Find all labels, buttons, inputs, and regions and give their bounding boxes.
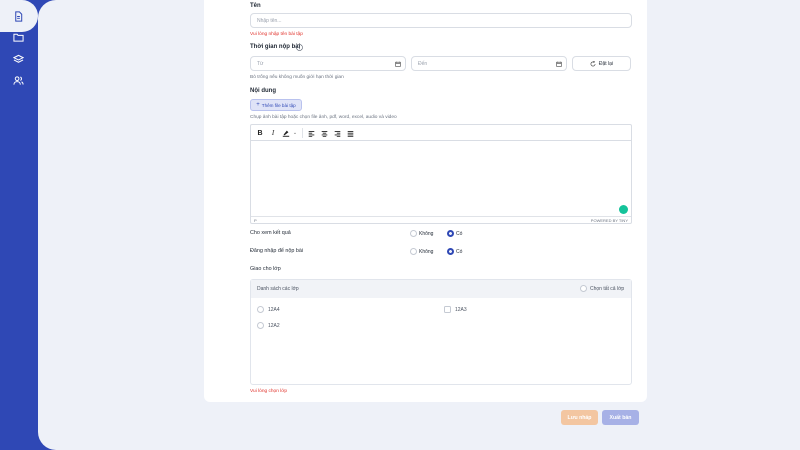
show-result-label: Cho xem kết quả <box>250 230 291 236</box>
to-date-input[interactable]: Đến <box>411 56 567 71</box>
powered-by-link[interactable]: POWERED BY TINY <box>591 218 628 223</box>
class-label-12a2: 12A2 <box>268 323 280 329</box>
publish-button[interactable]: Xuất bản <box>602 410 639 425</box>
assign-label: Giao cho lớp <box>250 266 281 272</box>
login-required-no-radio[interactable] <box>410 248 417 255</box>
align-justify-icon[interactable] <box>345 128 355 138</box>
save-draft-button[interactable]: Lưu nháp <box>561 410 598 425</box>
login-required-yes-radio[interactable] <box>447 248 454 255</box>
show-result-no-radio[interactable] <box>410 230 417 237</box>
reset-icon <box>590 60 596 66</box>
editor-statusbar: P POWERED BY TINY <box>251 216 631 223</box>
sidebar-item-layers[interactable] <box>8 49 28 69</box>
sidebar <box>0 0 38 450</box>
class-label-12a3: 12A3 <box>455 307 467 313</box>
document-icon <box>14 10 22 22</box>
plus-icon: + <box>256 102 260 108</box>
calendar-icon <box>395 61 401 67</box>
login-required-yes-label: Có <box>456 249 463 255</box>
class-checkbox-12a4[interactable] <box>257 306 264 313</box>
deadline-label: Thời gian nộp bài <box>250 44 301 50</box>
info-icon[interactable] <box>296 44 303 51</box>
add-file-label: Thêm file bài tập <box>261 102 296 108</box>
reset-button[interactable]: Đặt lại <box>572 56 631 71</box>
calendar-icon <box>556 61 562 67</box>
class-list-title: Danh sách các lớp <box>257 286 299 292</box>
from-date-input[interactable]: Từ <box>250 56 406 71</box>
content-hint: Chụp ảnh bài tập hoặc chọn file ảnh, pdf… <box>250 115 397 120</box>
sidebar-item-folders[interactable] <box>8 27 28 47</box>
name-input[interactable]: Nhập tên... <box>250 13 632 28</box>
show-result-yes-label: Có <box>456 231 463 237</box>
folder-icon <box>12 33 24 42</box>
deadline-hint: Bỏ trống nếu không muốn giới hạn thời gi… <box>250 75 344 80</box>
align-right-icon[interactable] <box>332 128 342 138</box>
class-error: Vui lòng chọn lớp <box>250 389 288 394</box>
class-list-box: Danh sách các lớp Chọn tất cả lớp 12A4 1… <box>250 279 632 385</box>
from-date-placeholder: Từ <box>257 61 264 67</box>
reset-label: Đặt lại <box>598 60 614 67</box>
class-label-12a4: 12A4 <box>268 307 280 313</box>
class-list-header: Danh sách các lớp Chọn tất cả lớp <box>251 280 631 298</box>
name-label: Tên <box>250 3 261 9</box>
add-file-button[interactable]: + Thêm file bài tập <box>250 99 302 111</box>
toolbar-divider <box>302 128 303 138</box>
users-icon <box>12 75 24 85</box>
grammarly-icon[interactable] <box>619 205 628 214</box>
bold-icon[interactable]: B <box>255 128 265 138</box>
chevron-down-icon[interactable]: ⌄ <box>290 128 300 138</box>
select-all-checkbox[interactable] <box>580 285 587 292</box>
editor-path: P <box>254 218 257 223</box>
show-result-yes-radio[interactable] <box>447 230 454 237</box>
layers-icon <box>12 54 24 63</box>
editor-toolbar: B I ⌄ <box>251 125 631 141</box>
show-result-no-label: Không <box>419 231 434 237</box>
select-all-label: Chọn tất cả lớp <box>590 286 625 292</box>
class-checkbox-12a3[interactable] <box>444 306 451 313</box>
login-required-label: Đăng nhập để nộp bài <box>250 248 304 254</box>
login-required-no-label: Không <box>419 249 434 255</box>
content-label: Nội dung <box>250 88 276 94</box>
rich-text-editor[interactable]: B I ⌄ P POWERED BY TINY <box>250 124 632 224</box>
sidebar-item-users[interactable] <box>8 70 28 90</box>
align-center-icon[interactable] <box>319 128 329 138</box>
italic-icon[interactable]: I <box>268 128 278 138</box>
align-left-icon[interactable] <box>306 128 316 138</box>
name-error: Vui lòng nhập tên bài tập <box>250 32 303 37</box>
to-date-placeholder: Đến <box>418 61 428 67</box>
class-checkbox-12a2[interactable] <box>257 322 264 329</box>
